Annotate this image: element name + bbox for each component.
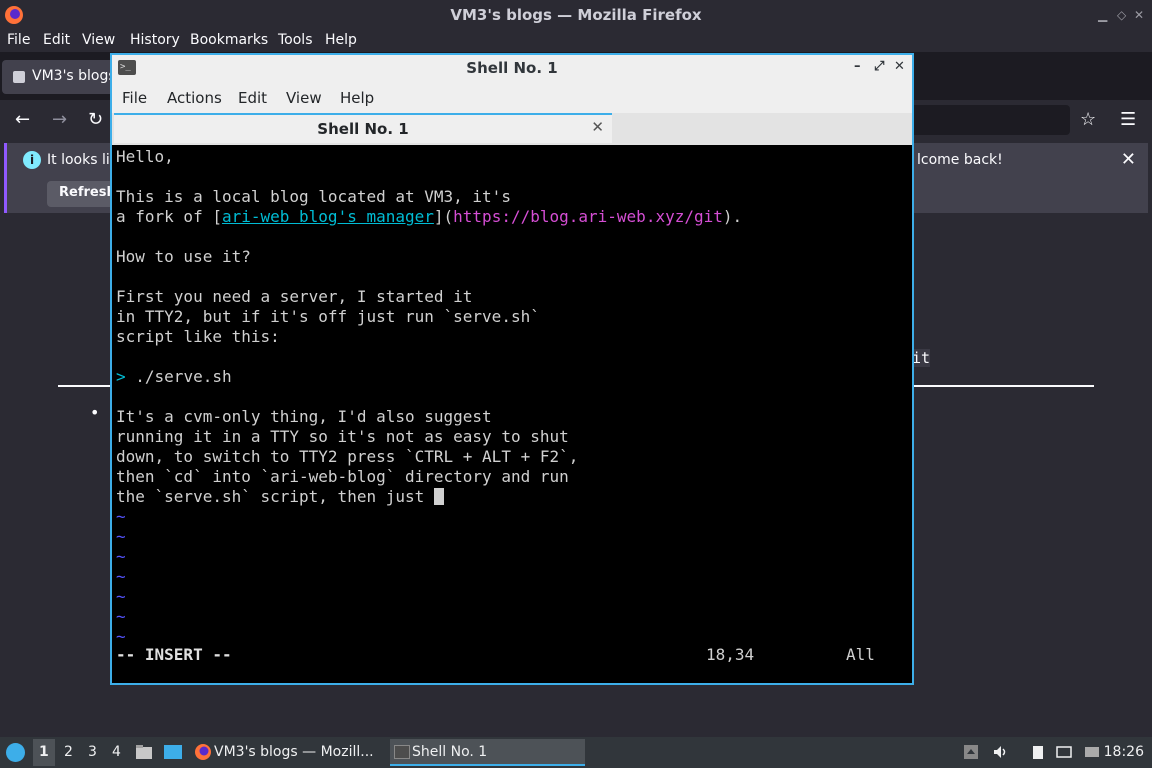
close-icon[interactable]: ✕ bbox=[894, 59, 905, 74]
text-line: in TTY2, but if it's off just run `serve… bbox=[116, 307, 540, 326]
clock: 18:26 bbox=[1103, 744, 1144, 760]
empty-line-tilde: ~ bbox=[116, 507, 126, 526]
volume-icon[interactable] bbox=[992, 744, 1008, 760]
notification-text-end: lcome back! bbox=[917, 152, 1003, 168]
terminal-screen[interactable]: Hello, This is a local blog located at V… bbox=[112, 145, 912, 683]
scroll-indicator: All bbox=[846, 645, 875, 664]
close-tab-icon[interactable]: ✕ bbox=[591, 118, 604, 136]
start-menu-icon[interactable] bbox=[6, 743, 25, 762]
file-manager-icon[interactable] bbox=[135, 743, 153, 761]
menu-file[interactable]: File bbox=[7, 32, 30, 48]
minimize-icon[interactable]: ▁ bbox=[1098, 8, 1107, 22]
markdown-link-text: ari-web blog's manager bbox=[221, 207, 434, 226]
vim-mode-indicator: -- INSERT -- bbox=[116, 645, 232, 664]
empty-line-tilde: ~ bbox=[116, 607, 126, 626]
forward-icon[interactable]: → bbox=[52, 109, 67, 130]
terminal-tabbar: Shell No. 1 ✕ bbox=[112, 113, 912, 145]
menu-help[interactable]: Help bbox=[340, 89, 374, 107]
text-line-current: the `serve.sh` script, then just bbox=[116, 487, 444, 507]
terminal-titlebar[interactable]: >_ Shell No. 1 – ⤢ ✕ bbox=[112, 55, 912, 81]
firefox-window-title: VM3's blogs — Mozilla Firefox bbox=[450, 6, 702, 24]
markdown-link-url: https://blog.ari-web.xyz/git bbox=[453, 207, 723, 226]
notification-text: It looks lik bbox=[47, 152, 118, 168]
empty-line-tilde: ~ bbox=[116, 567, 126, 586]
menu-file[interactable]: File bbox=[122, 89, 147, 107]
list-bullet: • bbox=[90, 403, 100, 422]
empty-line-tilde: ~ bbox=[116, 547, 126, 566]
workspace-2[interactable]: 2 bbox=[64, 744, 73, 760]
menu-edit[interactable]: Edit bbox=[238, 89, 267, 107]
close-icon[interactable]: ✕ bbox=[1121, 149, 1136, 170]
command-text: ./serve.sh bbox=[125, 367, 232, 386]
text-line: How to use it? bbox=[116, 247, 251, 266]
tab-label: VM3's blogs bbox=[32, 68, 116, 84]
menu-tools[interactable]: Tools bbox=[278, 32, 313, 48]
info-icon: i bbox=[23, 151, 41, 169]
menu-view[interactable]: View bbox=[286, 89, 322, 107]
menu-help[interactable]: Help bbox=[325, 32, 357, 48]
text-line: First you need a server, I started it bbox=[116, 287, 473, 306]
page-code-snippet: it bbox=[912, 349, 931, 367]
terminal-menubar: File Actions Edit View Help bbox=[112, 83, 912, 113]
workspace-1[interactable]: 1 bbox=[39, 744, 49, 760]
text-cursor bbox=[433, 488, 444, 505]
menu-history[interactable]: History bbox=[130, 32, 180, 48]
text-line: down, to switch to TTY2 press `CTRL + AL… bbox=[116, 447, 579, 466]
minimize-icon[interactable]: – bbox=[854, 59, 861, 74]
empty-line-tilde: ~ bbox=[116, 527, 126, 546]
terminal-window-title: Shell No. 1 bbox=[466, 59, 558, 77]
reload-icon[interactable]: ↻ bbox=[88, 109, 103, 130]
menu-edit[interactable]: Edit bbox=[43, 32, 70, 48]
prompt-symbol: > bbox=[116, 367, 126, 386]
text-line: Hello, bbox=[116, 147, 174, 166]
text-span: ]( bbox=[433, 207, 454, 226]
keyboard-icon[interactable] bbox=[1084, 744, 1100, 760]
close-icon[interactable]: ✕ bbox=[1134, 8, 1144, 22]
tab-shell-1[interactable]: Shell No. 1 ✕ bbox=[114, 113, 612, 143]
site-favicon-icon bbox=[13, 71, 25, 83]
menu-bookmarks[interactable]: Bookmarks bbox=[190, 32, 268, 48]
tray-arrow-icon[interactable] bbox=[963, 744, 979, 760]
text-line: It's a cvm-only thing, I'd also suggest bbox=[116, 407, 492, 426]
taskbar: 1 2 3 4 VM3's blogs — Mozill... Shell No… bbox=[0, 737, 1152, 768]
text-span: ). bbox=[722, 207, 743, 226]
maximize-icon[interactable]: ◇ bbox=[1117, 8, 1126, 22]
task-label: VM3's blogs — Mozill... bbox=[214, 744, 374, 760]
network-icon[interactable] bbox=[1056, 744, 1072, 760]
empty-line-tilde: ~ bbox=[116, 587, 126, 606]
back-icon[interactable]: ← bbox=[15, 109, 30, 130]
task-shell[interactable]: Shell No. 1 bbox=[390, 739, 585, 766]
text-span: the `serve.sh` script, then just bbox=[116, 487, 434, 506]
task-firefox[interactable]: VM3's blogs — Mozill... bbox=[192, 739, 387, 766]
terminal-icon bbox=[394, 745, 410, 759]
task-label: Shell No. 1 bbox=[412, 744, 488, 760]
firefox-menubar: File Edit View History Bookmarks Tools H… bbox=[0, 30, 1152, 52]
empty-line-tilde: ~ bbox=[116, 627, 126, 646]
firefox-logo-icon bbox=[195, 744, 211, 760]
firefox-titlebar: VM3's blogs — Mozilla Firefox ▁ ◇ ✕ bbox=[0, 0, 1152, 30]
menu-actions[interactable]: Actions bbox=[167, 89, 222, 107]
clipboard-icon[interactable] bbox=[1030, 744, 1046, 760]
text-span: a fork of [ bbox=[116, 207, 222, 226]
show-desktop-icon[interactable] bbox=[163, 743, 183, 761]
text-line: This is a local blog located at VM3, it'… bbox=[116, 187, 511, 206]
text-line: then `cd` into `ari-web-blog` directory … bbox=[116, 467, 569, 486]
menu-view[interactable]: View bbox=[82, 32, 115, 48]
workspace-4[interactable]: 4 bbox=[112, 744, 121, 760]
text-line: running it in a TTY so it's not as easy … bbox=[116, 427, 569, 446]
bookmark-star-icon[interactable]: ☆ bbox=[1080, 109, 1096, 130]
text-line: script like this: bbox=[116, 327, 280, 346]
tab-label: Shell No. 1 bbox=[317, 120, 409, 138]
terminal-window: >_ Shell No. 1 – ⤢ ✕ File Actions Edit V… bbox=[110, 53, 914, 685]
text-line-command: > ./serve.sh bbox=[116, 367, 232, 387]
hamburger-menu-icon[interactable]: ☰ bbox=[1120, 109, 1136, 130]
cursor-position: 18,34 bbox=[706, 645, 755, 664]
text-line-fork: a fork of [ari-web blog's manager](https… bbox=[116, 207, 742, 227]
maximize-icon[interactable]: ⤢ bbox=[874, 59, 884, 74]
workspace-3[interactable]: 3 bbox=[88, 744, 97, 760]
